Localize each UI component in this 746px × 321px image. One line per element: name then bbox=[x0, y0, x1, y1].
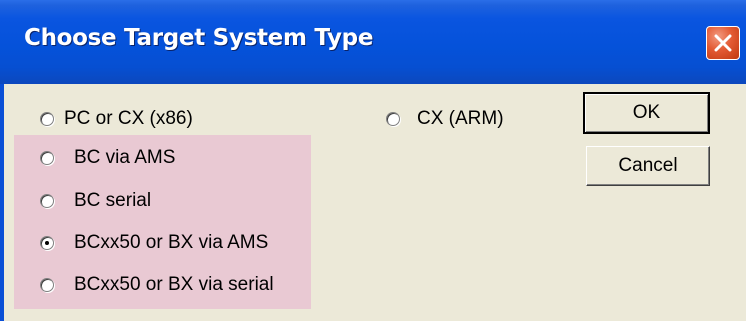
radio-button-circle[interactable] bbox=[386, 112, 400, 126]
radio-label: BCxx50 or BX via serial bbox=[74, 274, 274, 295]
radio-label: PC or CX (x86) bbox=[64, 108, 193, 129]
dialog-title: Choose Target System Type bbox=[24, 25, 374, 51]
close-button[interactable] bbox=[706, 26, 740, 60]
radio-button-circle[interactable] bbox=[40, 194, 54, 208]
radio-bc-via-ams[interactable]: BC via AMS bbox=[40, 147, 240, 169]
radio-label: BC serial bbox=[74, 190, 152, 211]
cancel-button[interactable]: Cancel bbox=[586, 146, 710, 186]
radio-selected-dot bbox=[45, 241, 49, 245]
radio-button-circle[interactable] bbox=[40, 151, 54, 165]
radio-cx-arm[interactable]: CX (ARM) bbox=[386, 108, 526, 130]
radio-label: CX (ARM) bbox=[417, 108, 504, 129]
choose-target-dialog: Choose Target System Type PC or CX (x86)… bbox=[0, 0, 746, 321]
radio-button-circle[interactable] bbox=[40, 112, 54, 126]
radio-button-circle[interactable] bbox=[40, 278, 54, 292]
radio-label: BCxx50 or BX via AMS bbox=[74, 232, 269, 253]
radio-bc-serial[interactable]: BC serial bbox=[40, 190, 240, 212]
radio-bcxx50-bx-via-serial[interactable]: BCxx50 or BX via serial bbox=[40, 274, 305, 296]
radio-bcxx50-bx-via-ams[interactable]: BCxx50 or BX via AMS bbox=[40, 232, 305, 254]
radio-button-circle[interactable] bbox=[40, 236, 54, 250]
title-bar[interactable]: Choose Target System Type bbox=[0, 0, 746, 84]
window-frame-left bbox=[0, 84, 4, 321]
radio-pc-cx-x86[interactable]: PC or CX (x86) bbox=[40, 108, 260, 130]
radio-label: BC via AMS bbox=[74, 147, 176, 168]
ok-button[interactable]: OK bbox=[583, 92, 710, 134]
close-icon bbox=[714, 34, 732, 52]
